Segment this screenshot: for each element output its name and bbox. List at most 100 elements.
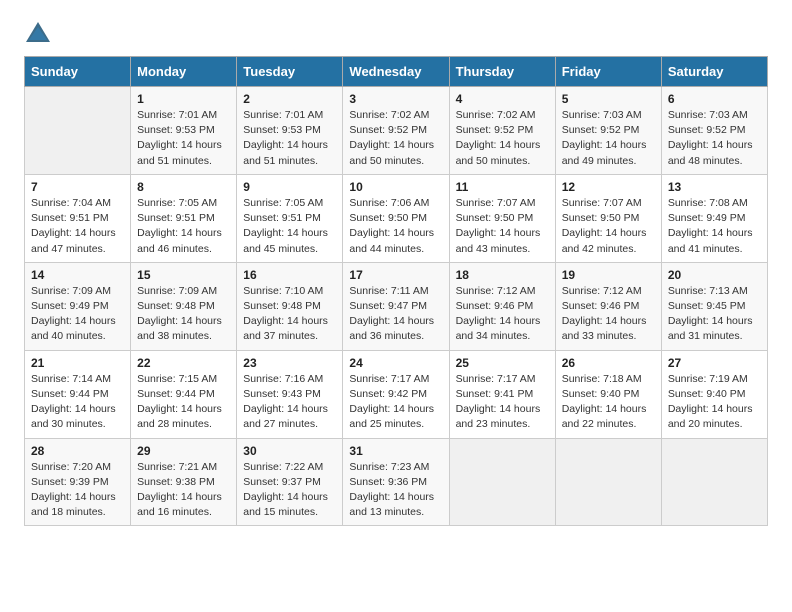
cell-content: Sunrise: 7:11 AM Sunset: 9:47 PM Dayligh…	[349, 284, 442, 345]
calendar-cell	[449, 438, 555, 526]
day-number: 1	[137, 92, 230, 106]
calendar-body: 1 Sunrise: 7:01 AM Sunset: 9:53 PM Daylig…	[25, 87, 768, 526]
day-number: 17	[349, 268, 442, 282]
cell-content: Sunrise: 7:12 AM Sunset: 9:46 PM Dayligh…	[562, 284, 655, 345]
calendar-cell: 17 Sunrise: 7:11 AM Sunset: 9:47 PM Dayli…	[343, 262, 449, 350]
cell-content: Sunrise: 7:10 AM Sunset: 9:48 PM Dayligh…	[243, 284, 336, 345]
cell-content: Sunrise: 7:19 AM Sunset: 9:40 PM Dayligh…	[668, 372, 761, 433]
calendar-week-row: 28 Sunrise: 7:20 AM Sunset: 9:39 PM Dayli…	[25, 438, 768, 526]
logo-icon	[24, 20, 52, 48]
cell-content: Sunrise: 7:15 AM Sunset: 9:44 PM Dayligh…	[137, 372, 230, 433]
day-number: 27	[668, 356, 761, 370]
cell-content: Sunrise: 7:02 AM Sunset: 9:52 PM Dayligh…	[349, 108, 442, 169]
cell-content: Sunrise: 7:01 AM Sunset: 9:53 PM Dayligh…	[137, 108, 230, 169]
day-header-sunday: Sunday	[25, 57, 131, 87]
day-header-friday: Friday	[555, 57, 661, 87]
cell-content: Sunrise: 7:02 AM Sunset: 9:52 PM Dayligh…	[456, 108, 549, 169]
calendar-cell: 7 Sunrise: 7:04 AM Sunset: 9:51 PM Daylig…	[25, 174, 131, 262]
calendar-cell: 26Sunrise: 7:18 AM Sunset: 9:40 PM Dayli…	[555, 350, 661, 438]
day-number: 14	[31, 268, 124, 282]
cell-content: Sunrise: 7:04 AM Sunset: 9:51 PM Dayligh…	[31, 196, 124, 257]
day-number: 4	[456, 92, 549, 106]
calendar-cell: 8 Sunrise: 7:05 AM Sunset: 9:51 PM Daylig…	[131, 174, 237, 262]
day-number: 19	[562, 268, 655, 282]
day-number: 12	[562, 180, 655, 194]
day-number: 23	[243, 356, 336, 370]
cell-content: Sunrise: 7:05 AM Sunset: 9:51 PM Dayligh…	[243, 196, 336, 257]
cell-content: Sunrise: 7:20 AM Sunset: 9:39 PM Dayligh…	[31, 460, 124, 521]
calendar-cell	[661, 438, 767, 526]
cell-content: Sunrise: 7:07 AM Sunset: 9:50 PM Dayligh…	[456, 196, 549, 257]
day-number: 26	[562, 356, 655, 370]
calendar-cell: 13 Sunrise: 7:08 AM Sunset: 9:49 PM Dayli…	[661, 174, 767, 262]
cell-content: Sunrise: 7:01 AM Sunset: 9:53 PM Dayligh…	[243, 108, 336, 169]
cell-content: Sunrise: 7:03 AM Sunset: 9:52 PM Dayligh…	[668, 108, 761, 169]
cell-content: Sunrise: 7:07 AM Sunset: 9:50 PM Dayligh…	[562, 196, 655, 257]
calendar-cell: 16 Sunrise: 7:10 AM Sunset: 9:48 PM Dayli…	[237, 262, 343, 350]
calendar-week-row: 14 Sunrise: 7:09 AM Sunset: 9:49 PM Dayli…	[25, 262, 768, 350]
cell-content: Sunrise: 7:06 AM Sunset: 9:50 PM Dayligh…	[349, 196, 442, 257]
cell-content: Sunrise: 7:09 AM Sunset: 9:49 PM Dayligh…	[31, 284, 124, 345]
calendar-cell: 18 Sunrise: 7:12 AM Sunset: 9:46 PM Dayli…	[449, 262, 555, 350]
calendar-cell: 27 Sunrise: 7:19 AM Sunset: 9:40 PM Dayli…	[661, 350, 767, 438]
calendar-cell: 4 Sunrise: 7:02 AM Sunset: 9:52 PM Daylig…	[449, 87, 555, 175]
calendar-table: SundayMondayTuesdayWednesdayThursdayFrid…	[24, 56, 768, 526]
day-number: 30	[243, 444, 336, 458]
day-number: 8	[137, 180, 230, 194]
cell-content: Sunrise: 7:14 AM Sunset: 9:44 PM Dayligh…	[31, 372, 124, 433]
day-number: 21	[31, 356, 124, 370]
calendar-cell: 30 Sunrise: 7:22 AM Sunset: 9:37 PM Dayli…	[237, 438, 343, 526]
day-header-thursday: Thursday	[449, 57, 555, 87]
day-number: 15	[137, 268, 230, 282]
calendar-cell: 1 Sunrise: 7:01 AM Sunset: 9:53 PM Daylig…	[131, 87, 237, 175]
calendar-cell: 10 Sunrise: 7:06 AM Sunset: 9:50 PM Dayli…	[343, 174, 449, 262]
day-number: 10	[349, 180, 442, 194]
day-number: 2	[243, 92, 336, 106]
day-number: 29	[137, 444, 230, 458]
calendar-cell: 23 Sunrise: 7:16 AM Sunset: 9:43 PM Dayli…	[237, 350, 343, 438]
calendar-cell: 22Sunrise: 7:15 AM Sunset: 9:44 PM Dayli…	[131, 350, 237, 438]
cell-content: Sunrise: 7:12 AM Sunset: 9:46 PM Dayligh…	[456, 284, 549, 345]
calendar-cell: 24 Sunrise: 7:17 AM Sunset: 9:42 PM Dayli…	[343, 350, 449, 438]
calendar-cell: 31Sunrise: 7:23 AM Sunset: 9:36 PM Dayli…	[343, 438, 449, 526]
cell-content: Sunrise: 7:08 AM Sunset: 9:49 PM Dayligh…	[668, 196, 761, 257]
calendar-header-row: SundayMondayTuesdayWednesdayThursdayFrid…	[25, 57, 768, 87]
calendar-cell	[25, 87, 131, 175]
day-number: 24	[349, 356, 442, 370]
calendar-cell: 28 Sunrise: 7:20 AM Sunset: 9:39 PM Dayli…	[25, 438, 131, 526]
day-number: 20	[668, 268, 761, 282]
day-number: 16	[243, 268, 336, 282]
calendar-cell: 20 Sunrise: 7:13 AM Sunset: 9:45 PM Dayli…	[661, 262, 767, 350]
calendar-cell: 6 Sunrise: 7:03 AM Sunset: 9:52 PM Daylig…	[661, 87, 767, 175]
cell-content: Sunrise: 7:13 AM Sunset: 9:45 PM Dayligh…	[668, 284, 761, 345]
day-header-monday: Monday	[131, 57, 237, 87]
calendar-cell: 15Sunrise: 7:09 AM Sunset: 9:48 PM Dayli…	[131, 262, 237, 350]
cell-content: Sunrise: 7:05 AM Sunset: 9:51 PM Dayligh…	[137, 196, 230, 257]
calendar-cell: 14 Sunrise: 7:09 AM Sunset: 9:49 PM Dayli…	[25, 262, 131, 350]
calendar-cell: 19 Sunrise: 7:12 AM Sunset: 9:46 PM Dayli…	[555, 262, 661, 350]
calendar-cell: 3Sunrise: 7:02 AM Sunset: 9:52 PM Daylig…	[343, 87, 449, 175]
day-header-saturday: Saturday	[661, 57, 767, 87]
cell-content: Sunrise: 7:16 AM Sunset: 9:43 PM Dayligh…	[243, 372, 336, 433]
day-number: 28	[31, 444, 124, 458]
cell-content: Sunrise: 7:21 AM Sunset: 9:38 PM Dayligh…	[137, 460, 230, 521]
cell-content: Sunrise: 7:22 AM Sunset: 9:37 PM Dayligh…	[243, 460, 336, 521]
calendar-week-row: 1 Sunrise: 7:01 AM Sunset: 9:53 PM Daylig…	[25, 87, 768, 175]
cell-content: Sunrise: 7:03 AM Sunset: 9:52 PM Dayligh…	[562, 108, 655, 169]
day-number: 18	[456, 268, 549, 282]
day-number: 25	[456, 356, 549, 370]
day-number: 5	[562, 92, 655, 106]
logo	[24, 20, 56, 48]
calendar-week-row: 7 Sunrise: 7:04 AM Sunset: 9:51 PM Daylig…	[25, 174, 768, 262]
cell-content: Sunrise: 7:17 AM Sunset: 9:42 PM Dayligh…	[349, 372, 442, 433]
day-number: 9	[243, 180, 336, 194]
day-number: 6	[668, 92, 761, 106]
day-number: 13	[668, 180, 761, 194]
cell-content: Sunrise: 7:17 AM Sunset: 9:41 PM Dayligh…	[456, 372, 549, 433]
header	[24, 20, 768, 48]
day-number: 7	[31, 180, 124, 194]
calendar-cell: 11Sunrise: 7:07 AM Sunset: 9:50 PM Dayli…	[449, 174, 555, 262]
cell-content: Sunrise: 7:23 AM Sunset: 9:36 PM Dayligh…	[349, 460, 442, 521]
calendar-cell: 2 Sunrise: 7:01 AM Sunset: 9:53 PM Daylig…	[237, 87, 343, 175]
calendar-cell: 12 Sunrise: 7:07 AM Sunset: 9:50 PM Dayli…	[555, 174, 661, 262]
